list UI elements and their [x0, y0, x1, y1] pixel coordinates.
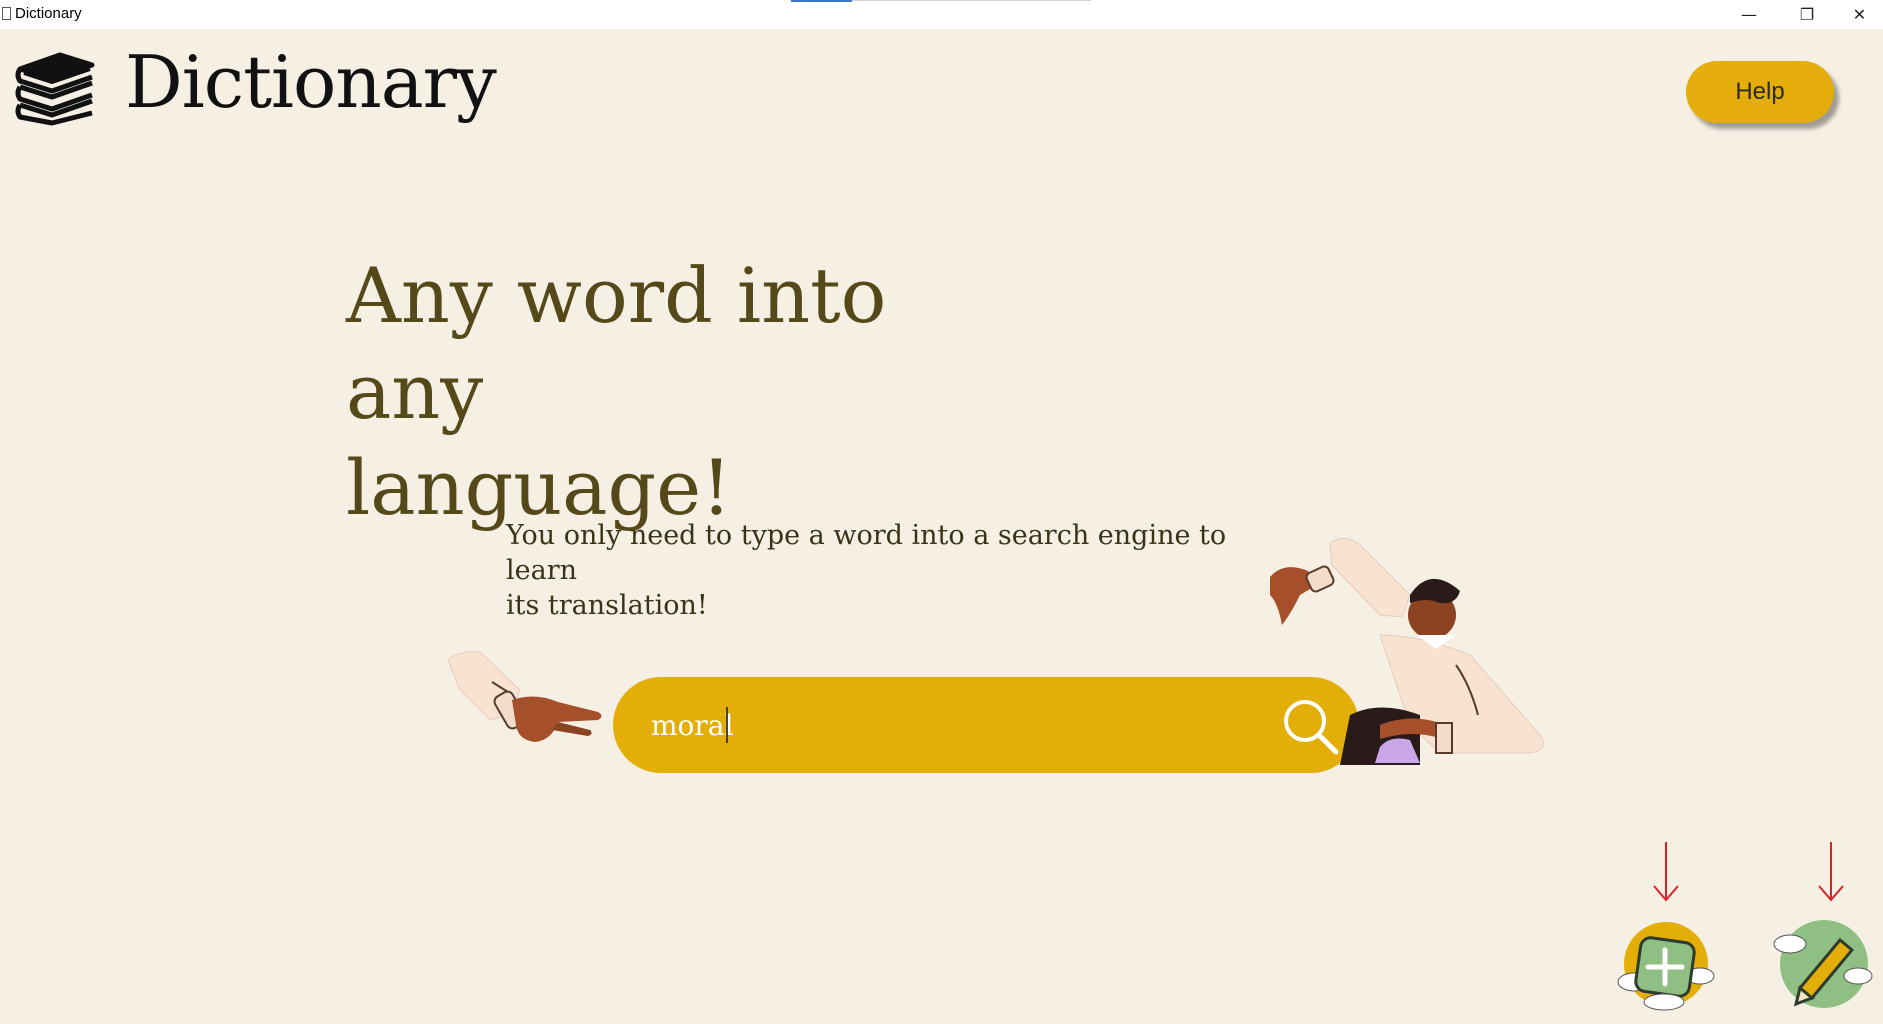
app-name: Dictionary	[125, 40, 497, 124]
text-caret	[726, 707, 728, 743]
page-subtext: You only need to type a word into a sear…	[506, 518, 1286, 623]
restore-icon: ❐	[1799, 5, 1815, 24]
subtext-line-1: You only need to type a word into a sear…	[506, 520, 1227, 586]
help-button[interactable]: Help	[1686, 61, 1834, 123]
arrow-down-icon	[1653, 842, 1679, 902]
close-icon: ✕	[1852, 5, 1867, 24]
add-word-button[interactable]	[1612, 918, 1716, 1014]
search-input[interactable]	[651, 703, 1251, 747]
pointing-hand-illustration	[447, 651, 602, 742]
window-titlebar: Dictionary — ❐ ✕	[0, 0, 1883, 29]
subtext-line-2: its translation!	[506, 590, 708, 621]
add-icon	[1634, 936, 1696, 998]
headline-line-1: Any word into any	[346, 251, 887, 436]
window-title: Dictionary	[15, 5, 82, 22]
minimize-button[interactable]: —	[1720, 0, 1778, 29]
titlebar-accent-line	[791, 0, 852, 2]
books-stack-icon	[15, 52, 95, 126]
app-window-icon	[2, 7, 11, 20]
edit-word-button[interactable]	[1770, 914, 1874, 1014]
minimize-icon: —	[1741, 5, 1757, 24]
arrow-down-icon	[1818, 842, 1844, 902]
titlebar-divider	[852, 0, 1091, 1]
page-headline: Any word into any language!	[346, 248, 1046, 536]
person-illustration	[1270, 538, 1544, 765]
restore-button[interactable]: ❐	[1778, 0, 1836, 29]
search-bar[interactable]	[613, 677, 1359, 773]
close-button[interactable]: ✕	[1836, 0, 1883, 29]
